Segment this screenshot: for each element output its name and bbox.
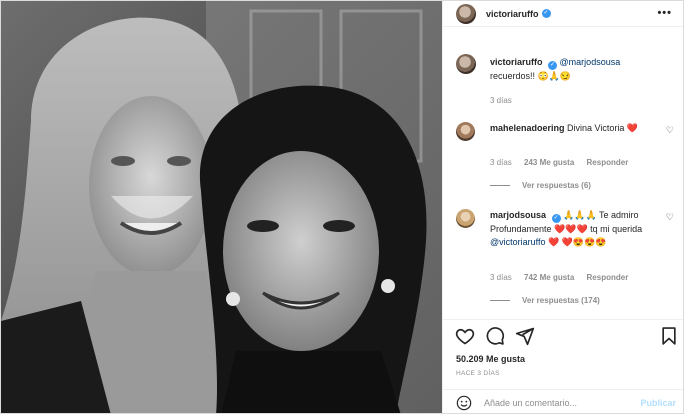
caption-username[interactable]: victoriaruffo: [490, 57, 543, 67]
black-and-white-photo: [1, 1, 442, 413]
commenter-username[interactable]: marjodsousa: [490, 210, 546, 220]
post-modal: victoriaruffo ✓ ••• victoriaruffo ✓ @mar…: [0, 0, 684, 414]
replies-divider: [490, 185, 510, 186]
bookmark-icon[interactable]: [659, 326, 679, 346]
post-date[interactable]: HACE 3 DÍAS: [456, 370, 500, 377]
comment-icon[interactable]: [485, 326, 505, 346]
comment-meta: 3 días 243 Me gusta Responder: [490, 158, 638, 167]
comment-like-heart-icon[interactable]: ♡: [666, 212, 674, 223]
replies-divider: [490, 300, 510, 301]
view-replies-label: Ver respuestas (174): [522, 296, 600, 305]
caption-avatar[interactable]: [456, 54, 476, 74]
comment-text: marjodsousa ✓ 🙏🙏🙏 Te admiro Profundament…: [490, 209, 658, 249]
view-replies-button[interactable]: Ver respuestas (174): [490, 296, 600, 305]
post-photo[interactable]: [1, 1, 442, 413]
comment-time[interactable]: 3 días: [490, 158, 512, 167]
commenter-avatar[interactable]: [456, 122, 475, 141]
view-replies-button[interactable]: Ver respuestas (6): [490, 181, 591, 190]
author-username[interactable]: victoriaruffo: [486, 9, 539, 19]
publish-button[interactable]: Publicar: [640, 398, 676, 408]
caption-time[interactable]: 3 días: [490, 96, 512, 105]
like-count[interactable]: 50.209 Me gusta: [456, 354, 525, 364]
verified-badge-icon: ✓: [551, 214, 561, 223]
comment-text: mahelenadoering Divina Victoria ❤️: [490, 122, 658, 135]
comment-input[interactable]: [484, 398, 634, 408]
reply-button[interactable]: Responder: [587, 158, 629, 167]
comment-meta: 3 días 742 Me gusta Responder: [490, 273, 638, 282]
verified-badge-icon: ✓: [548, 61, 558, 70]
comment-likes[interactable]: 243 Me gusta: [524, 158, 574, 167]
comment-mention[interactable]: @victoriaruffo: [490, 237, 546, 247]
action-icons: [455, 326, 680, 348]
view-replies-label: Ver respuestas (6): [522, 181, 591, 190]
caption-mention[interactable]: @marjodsousa: [560, 57, 621, 67]
post-header: victoriaruffo ✓ •••: [443, 1, 683, 27]
comment-time[interactable]: 3 días: [490, 273, 512, 282]
comment-likes[interactable]: 742 Me gusta: [524, 273, 574, 282]
caption-body: recuerdos!! 😳🙏😏: [490, 71, 572, 81]
more-options-icon[interactable]: •••: [657, 7, 672, 19]
comment-body: Divina Victoria ❤️: [567, 123, 639, 133]
caption-meta: 3 días: [490, 96, 522, 105]
author-avatar[interactable]: [456, 3, 476, 24]
verified-badge-icon: ✓: [541, 9, 551, 18]
commenter-avatar[interactable]: [456, 209, 475, 228]
heart-icon[interactable]: [455, 326, 475, 346]
post-actions: 50.209 Me gusta HACE 3 DÍAS Publicar: [443, 319, 683, 413]
comments-list: victoriaruffo ✓ @marjodsousa recuerdos!!…: [443, 41, 683, 316]
post-side-panel: victoriaruffo ✓ ••• victoriaruffo ✓ @mar…: [442, 1, 683, 413]
share-icon[interactable]: [515, 326, 535, 346]
caption-text: victoriaruffo ✓ @marjodsousa recuerdos!!…: [490, 56, 658, 83]
reply-button[interactable]: Responder: [587, 273, 629, 282]
commenter-username[interactable]: mahelenadoering: [490, 123, 565, 133]
comment-composer: Publicar: [443, 389, 683, 413]
emoji-icon[interactable]: [456, 395, 472, 411]
comment-body-end: ❤️ ❤️😍😍😍: [548, 237, 607, 247]
comment-like-heart-icon[interactable]: ♡: [666, 125, 674, 136]
